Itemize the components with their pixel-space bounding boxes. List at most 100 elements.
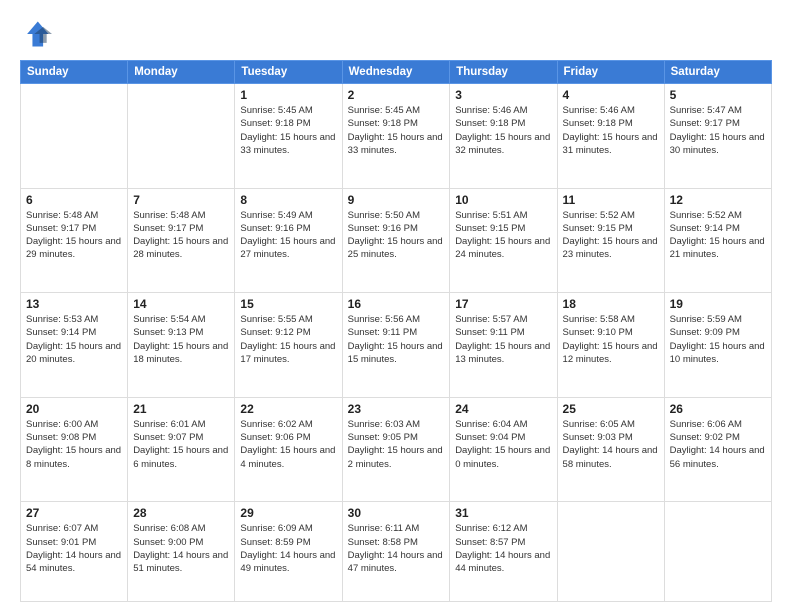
day-number: 21 [133,402,229,416]
day-info: Sunrise: 6:08 AMSunset: 9:00 PMDaylight:… [133,522,229,575]
week-row-3: 13Sunrise: 5:53 AMSunset: 9:14 PMDayligh… [21,293,772,398]
weekday-header-monday: Monday [128,61,235,84]
day-info: Sunrise: 5:59 AMSunset: 9:09 PMDaylight:… [670,313,766,366]
day-cell [557,502,664,602]
day-cell [21,84,128,189]
day-info: Sunrise: 5:55 AMSunset: 9:12 PMDaylight:… [240,313,336,366]
day-cell: 26 Sunrise: 6:06 AMSunset: 9:02 PMDayligh… [664,397,771,502]
week-row-5: 27Sunrise: 6:07 AMSunset: 9:01 PMDayligh… [21,502,772,602]
calendar-table: SundayMondayTuesdayWednesdayThursdayFrid… [20,60,772,602]
day-info: Sunrise: 5:57 AMSunset: 9:11 PMDaylight:… [455,313,551,366]
day-number: 13 [26,297,122,311]
day-cell: 16 Sunrise: 5:56 AMSunset: 9:11 PMDayligh… [342,293,450,398]
day-cell: 6 Sunrise: 5:48 AMSunset: 9:17 PMDaylight… [21,188,128,293]
day-info: Sunrise: 5:45 AMSunset: 9:18 PMDaylight:… [240,104,336,157]
day-number: 6 [26,193,122,207]
day-cell: 23 Sunrise: 6:03 AMSunset: 9:05 PMDayligh… [342,397,450,502]
day-info: Sunrise: 6:01 AMSunset: 9:07 PMDaylight:… [133,418,229,471]
day-cell: 19 Sunrise: 5:59 AMSunset: 9:09 PMDayligh… [664,293,771,398]
day-cell: 30 Sunrise: 6:11 AMSunset: 8:58 PMDayligh… [342,502,450,602]
header [20,18,772,50]
day-cell: 3 Sunrise: 5:46 AMSunset: 9:18 PMDaylight… [450,84,557,189]
day-info: Sunrise: 5:48 AMSunset: 9:17 PMDaylight:… [26,209,122,262]
day-info: Sunrise: 5:49 AMSunset: 9:16 PMDaylight:… [240,209,336,262]
day-cell: 20 Sunrise: 6:00 AMSunset: 9:08 PMDayligh… [21,397,128,502]
day-info: Sunrise: 6:05 AMSunset: 9:03 PMDaylight:… [563,418,659,471]
day-info: Sunrise: 5:45 AMSunset: 9:18 PMDaylight:… [348,104,445,157]
day-cell: 22 Sunrise: 6:02 AMSunset: 9:06 PMDayligh… [235,397,342,502]
day-info: Sunrise: 5:51 AMSunset: 9:15 PMDaylight:… [455,209,551,262]
weekday-header-saturday: Saturday [664,61,771,84]
day-number: 16 [348,297,445,311]
day-cell: 7 Sunrise: 5:48 AMSunset: 9:17 PMDaylight… [128,188,235,293]
logo [20,18,56,50]
day-number: 14 [133,297,229,311]
day-info: Sunrise: 5:46 AMSunset: 9:18 PMDaylight:… [455,104,551,157]
day-number: 20 [26,402,122,416]
day-cell: 27Sunrise: 6:07 AMSunset: 9:01 PMDayligh… [21,502,128,602]
week-row-4: 20 Sunrise: 6:00 AMSunset: 9:08 PMDayligh… [21,397,772,502]
day-cell: 9 Sunrise: 5:50 AMSunset: 9:16 PMDaylight… [342,188,450,293]
weekday-header-sunday: Sunday [21,61,128,84]
day-cell: 11 Sunrise: 5:52 AMSunset: 9:15 PMDayligh… [557,188,664,293]
day-info: Sunrise: 5:48 AMSunset: 9:17 PMDaylight:… [133,209,229,262]
week-row-1: 1 Sunrise: 5:45 AMSunset: 9:18 PMDaylight… [21,84,772,189]
day-number: 19 [670,297,766,311]
day-number: 17 [455,297,551,311]
day-info: Sunrise: 6:00 AMSunset: 9:08 PMDaylight:… [26,418,122,471]
day-number: 18 [563,297,659,311]
day-info: Sunrise: 6:03 AMSunset: 9:05 PMDaylight:… [348,418,445,471]
day-cell: 24Sunrise: 6:04 AMSunset: 9:04 PMDayligh… [450,397,557,502]
day-number: 24 [455,402,551,416]
day-info: Sunrise: 5:47 AMSunset: 9:17 PMDaylight:… [670,104,766,157]
page: SundayMondayTuesdayWednesdayThursdayFrid… [0,0,792,612]
day-cell: 5 Sunrise: 5:47 AMSunset: 9:17 PMDaylight… [664,84,771,189]
day-cell: 28Sunrise: 6:08 AMSunset: 9:00 PMDayligh… [128,502,235,602]
day-number: 11 [563,193,659,207]
day-cell: 17 Sunrise: 5:57 AMSunset: 9:11 PMDayligh… [450,293,557,398]
day-info: Sunrise: 6:11 AMSunset: 8:58 PMDaylight:… [348,522,445,575]
weekday-header-wednesday: Wednesday [342,61,450,84]
day-info: Sunrise: 6:02 AMSunset: 9:06 PMDaylight:… [240,418,336,471]
day-cell: 18 Sunrise: 5:58 AMSunset: 9:10 PMDayligh… [557,293,664,398]
logo-icon [20,18,52,50]
day-cell: 10 Sunrise: 5:51 AMSunset: 9:15 PMDayligh… [450,188,557,293]
day-number: 1 [240,88,336,102]
day-number: 3 [455,88,551,102]
day-cell: 12Sunrise: 5:52 AMSunset: 9:14 PMDayligh… [664,188,771,293]
day-number: 22 [240,402,336,416]
day-cell: 2 Sunrise: 5:45 AMSunset: 9:18 PMDaylight… [342,84,450,189]
day-cell: 14 Sunrise: 5:54 AMSunset: 9:13 PMDayligh… [128,293,235,398]
day-number: 9 [348,193,445,207]
day-number: 25 [563,402,659,416]
day-number: 10 [455,193,551,207]
day-cell: 4 Sunrise: 5:46 AMSunset: 9:18 PMDaylight… [557,84,664,189]
day-number: 5 [670,88,766,102]
day-info: Sunrise: 5:46 AMSunset: 9:18 PMDaylight:… [563,104,659,157]
day-info: Sunrise: 6:12 AMSunset: 8:57 PMDaylight:… [455,522,551,575]
day-info: Sunrise: 5:58 AMSunset: 9:10 PMDaylight:… [563,313,659,366]
day-cell [128,84,235,189]
weekday-header-row: SundayMondayTuesdayWednesdayThursdayFrid… [21,61,772,84]
day-info: Sunrise: 5:54 AMSunset: 9:13 PMDaylight:… [133,313,229,366]
day-cell: 25 Sunrise: 6:05 AMSunset: 9:03 PMDayligh… [557,397,664,502]
day-number: 2 [348,88,445,102]
day-number: 4 [563,88,659,102]
day-cell: 1 Sunrise: 5:45 AMSunset: 9:18 PMDaylight… [235,84,342,189]
weekday-header-thursday: Thursday [450,61,557,84]
day-number: 23 [348,402,445,416]
day-cell: 8Sunrise: 5:49 AMSunset: 9:16 PMDaylight… [235,188,342,293]
week-row-2: 6 Sunrise: 5:48 AMSunset: 9:17 PMDaylight… [21,188,772,293]
day-info: Sunrise: 6:06 AMSunset: 9:02 PMDaylight:… [670,418,766,471]
day-number: 15 [240,297,336,311]
day-number: 31 [455,506,551,520]
day-number: 7 [133,193,229,207]
day-info: Sunrise: 5:50 AMSunset: 9:16 PMDaylight:… [348,209,445,262]
day-number: 29 [240,506,336,520]
day-info: Sunrise: 5:52 AMSunset: 9:15 PMDaylight:… [563,209,659,262]
day-cell: 15 Sunrise: 5:55 AMSunset: 9:12 PMDayligh… [235,293,342,398]
day-number: 26 [670,402,766,416]
day-info: Sunrise: 5:56 AMSunset: 9:11 PMDaylight:… [348,313,445,366]
day-number: 27 [26,506,122,520]
day-number: 30 [348,506,445,520]
